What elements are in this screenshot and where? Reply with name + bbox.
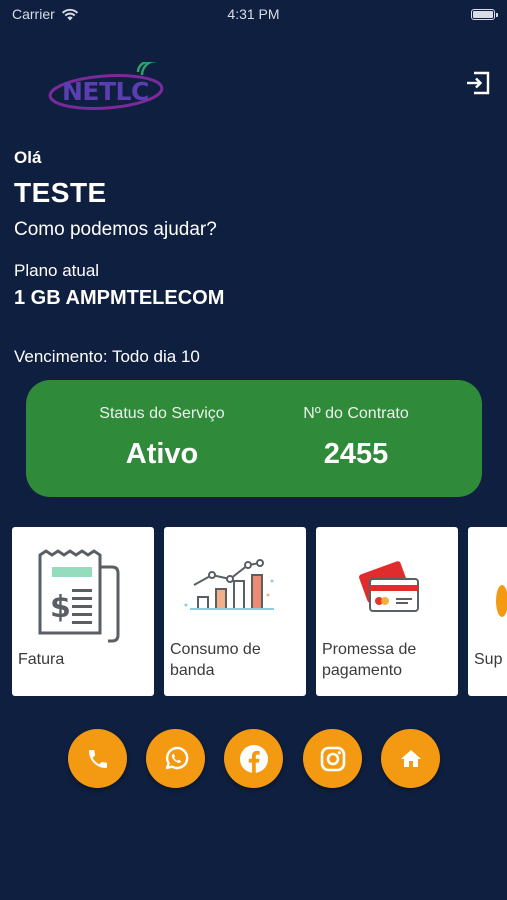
- whatsapp-icon: [165, 746, 188, 769]
- service-status-label: Status do Serviço: [99, 405, 225, 422]
- tile-support-label: Sup: [474, 651, 503, 668]
- support-icon: [496, 585, 507, 617]
- service-status-card: Status do Serviço Ativo Nº do Contrato 2…: [26, 380, 482, 497]
- help-prompt: Como podemos ajudar?: [14, 219, 217, 240]
- credit-card-icon: [359, 561, 419, 612]
- phone-icon: [88, 749, 107, 768]
- invoice-icon: $: [38, 549, 120, 643]
- status-bar: Carrier 4:31 PM: [0, 0, 507, 28]
- tile-invoice[interactable]: $ Fatura: [12, 527, 154, 696]
- home-button[interactable]: [381, 729, 440, 788]
- home-icon: [400, 749, 421, 767]
- due-date: Vencimento: Todo dia 10: [14, 347, 200, 366]
- plan-label: Plano atual: [14, 261, 100, 280]
- logo-text: NETLC: [62, 77, 149, 106]
- phone-button[interactable]: [68, 729, 127, 788]
- user-name: TESTE: [14, 177, 107, 208]
- tile-payment-promise-label: Promessa de pagamento: [322, 641, 417, 679]
- whatsapp-button[interactable]: [146, 729, 205, 788]
- clock: 4:31 PM: [227, 6, 280, 22]
- plan-name: 1 GB AMPMTELECOM: [14, 287, 225, 309]
- netlc-logo: NETLC: [48, 62, 164, 110]
- greeting-hello: Olá: [14, 148, 42, 167]
- tile-bandwidth-label: Consumo de banda: [170, 641, 261, 679]
- bar-chart-icon: [184, 559, 274, 610]
- facebook-button[interactable]: [224, 729, 283, 788]
- instagram-button[interactable]: [303, 729, 362, 788]
- contract-value: 2455: [323, 438, 389, 470]
- tile-bandwidth[interactable]: Consumo de banda: [164, 527, 306, 696]
- svg-text:$: $: [50, 590, 71, 625]
- tile-support[interactable]: Sup: [468, 527, 507, 696]
- facebook-icon: [239, 744, 268, 773]
- instagram-icon: [320, 746, 345, 771]
- tile-invoice-label: Fatura: [18, 651, 65, 668]
- logout-icon[interactable]: [464, 70, 492, 96]
- tile-payment-promise[interactable]: Promessa de pagamento: [316, 527, 458, 696]
- contract-label: Nº do Contrato: [303, 405, 409, 422]
- service-status-value: Ativo: [125, 438, 199, 470]
- services-carousel[interactable]: $ Fatura Consumo de banda Promessa de pa…: [12, 527, 507, 697]
- battery-icon: [471, 8, 498, 20]
